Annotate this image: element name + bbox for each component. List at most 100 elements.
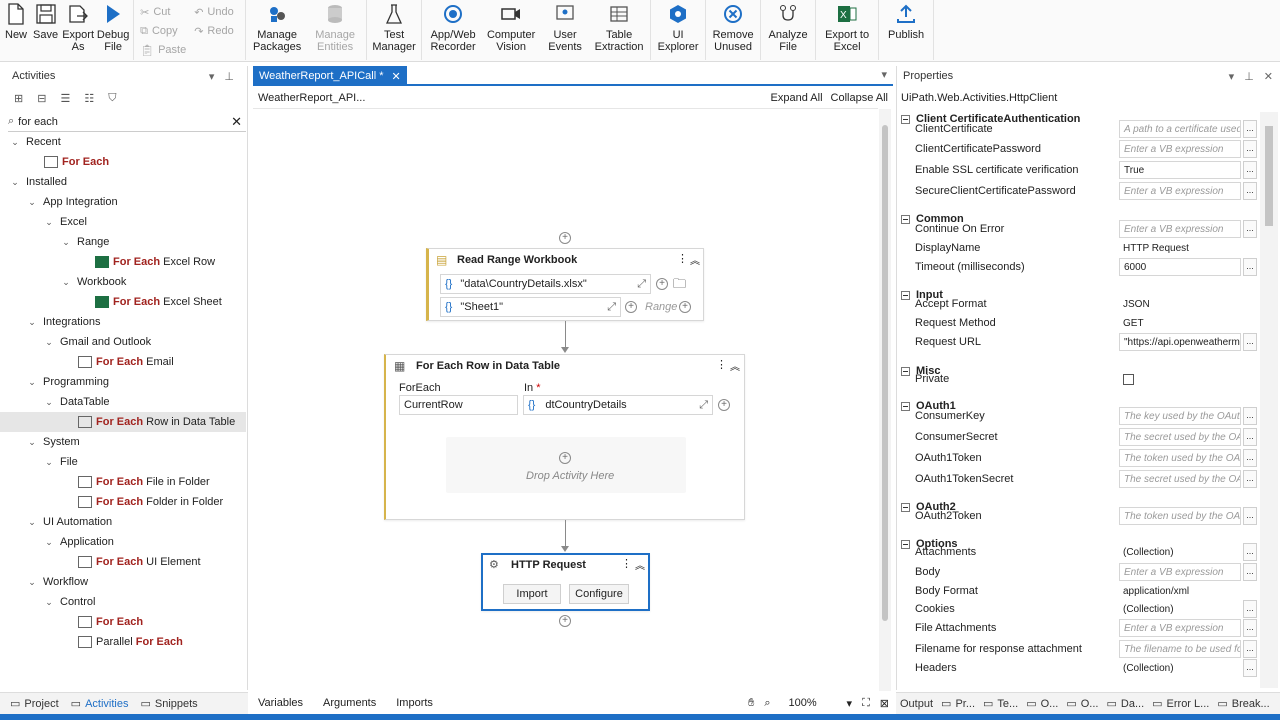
property-value-input[interactable]: Enter a VB expression xyxy=(1119,140,1241,158)
fit-screen-icon[interactable]: ⛶ xyxy=(862,697,870,710)
current-row-field[interactable]: CurrentRow xyxy=(399,395,518,415)
chevron-down-icon[interactable]: ⌄ xyxy=(27,197,37,207)
tree-category[interactable]: ⌄ Workbook xyxy=(0,272,246,292)
ellipsis-button[interactable]: ... xyxy=(1243,333,1257,351)
ellipsis-button[interactable]: ... xyxy=(1243,428,1257,446)
add-variable-icon[interactable]: + xyxy=(679,301,691,313)
list-view-icon[interactable]: ☷ xyxy=(84,92,94,105)
chevron-down-icon[interactable]: ⌄ xyxy=(44,217,54,227)
chevron-down-icon[interactable]: ⌄ xyxy=(44,537,54,547)
property-value-input[interactable]: (Collection) xyxy=(1119,600,1241,618)
designer-canvas[interactable]: + ▤ Read Range Workbook ⋮ ︽ {} "data\Cou… xyxy=(253,108,891,691)
ellipsis-button[interactable]: ... xyxy=(1243,407,1257,425)
table-extraction-button[interactable]: Table Extraction xyxy=(590,2,648,53)
cut-button[interactable]: ✂ Cut xyxy=(140,4,186,20)
ellipsis-button[interactable]: ... xyxy=(1243,507,1257,525)
tree-activity-item[interactable]: For Each Email xyxy=(0,352,246,372)
property-value-input[interactable]: Enter a VB expression xyxy=(1119,182,1241,200)
tree-category[interactable]: ⌄ Installed xyxy=(0,172,246,192)
property-value-input[interactable]: The secret used by the OA xyxy=(1119,470,1241,488)
property-value-input[interactable]: JSON xyxy=(1119,295,1241,313)
chevron-down-icon[interactable]: ⌄ xyxy=(44,597,54,607)
add-variable-icon[interactable]: + xyxy=(718,399,730,411)
tree-activity-item[interactable]: For Each Excel Sheet xyxy=(0,292,246,312)
pin-icon[interactable]: ⊥ xyxy=(224,70,234,83)
overview-icon[interactable]: ⊠ xyxy=(880,697,889,710)
panel-tab-activities[interactable]: ▭ Activities xyxy=(71,697,129,711)
tree-category[interactable]: ⌄ Workflow xyxy=(0,572,246,592)
breadcrumb[interactable]: WeatherReport_API... xyxy=(258,92,365,104)
ellipsis-button[interactable]: ... xyxy=(1243,120,1257,138)
new-button[interactable]: New xyxy=(2,2,30,41)
add-variable-icon[interactable]: + xyxy=(656,278,668,290)
scroll-thumb[interactable] xyxy=(882,125,888,621)
tree-activity-item[interactable]: Parallel For Each xyxy=(0,632,246,652)
debug-file-button[interactable]: Debug File xyxy=(95,2,131,53)
chevron-down-icon[interactable]: ⌄ xyxy=(10,137,20,147)
collapse-icon[interactable]: ︽ xyxy=(635,557,645,572)
chevron-down-icon[interactable]: ⌄ xyxy=(44,337,54,347)
panel-tab[interactable]: ▭ O... xyxy=(1026,697,1058,711)
property-value-input[interactable]: The key used by the OAuth xyxy=(1119,407,1241,425)
copy-button[interactable]: ⧉ Copy xyxy=(140,23,186,39)
chevron-down-icon[interactable]: ⌄ xyxy=(61,277,71,287)
chevron-down-icon[interactable]: ⌄ xyxy=(27,437,37,447)
zoom-level[interactable]: 100% xyxy=(789,697,837,709)
more-options-icon[interactable]: ⋮ xyxy=(716,358,727,371)
chevron-down-icon[interactable]: ⌄ xyxy=(44,397,54,407)
property-value-input[interactable]: True xyxy=(1119,161,1241,179)
collapse-all-icon[interactable]: ⊟ xyxy=(37,92,46,105)
chevron-down-icon[interactable]: ▾ xyxy=(881,68,887,81)
panel-tab-snippets[interactable]: ▭ Snippets xyxy=(140,697,197,711)
ellipsis-button[interactable]: ... xyxy=(1243,161,1257,179)
designer-tab-variables[interactable]: Variables xyxy=(258,697,303,709)
property-value-input[interactable]: The token used by the OAu xyxy=(1119,507,1241,525)
ellipsis-button[interactable]: ... xyxy=(1243,258,1257,276)
tree-activity-item[interactable]: For Each xyxy=(0,612,246,632)
tree-category[interactable]: ⌄ System xyxy=(0,432,246,452)
panel-tab[interactable]: ▭ Pr... xyxy=(941,697,975,711)
manage-packages-button[interactable]: Manage Packages xyxy=(248,2,306,53)
chevron-down-icon[interactable]: ⌄ xyxy=(27,377,37,387)
tree-activity-item[interactable]: For Each UI Element xyxy=(0,552,246,572)
property-value-input[interactable]: HTTP Request xyxy=(1119,239,1241,257)
property-value-input[interactable]: The token used by the OAu xyxy=(1119,449,1241,467)
expand-field-icon[interactable]: ⤢ xyxy=(607,301,616,314)
property-value-input[interactable]: GET xyxy=(1119,314,1241,332)
add-variable-icon[interactable]: + xyxy=(625,301,637,313)
save-button[interactable]: Save xyxy=(30,2,61,41)
chevron-down-icon[interactable]: ⌄ xyxy=(27,577,37,587)
tree-category[interactable]: ⌄ Application xyxy=(0,532,246,552)
property-value-input[interactable]: Enter a VB expression xyxy=(1119,563,1241,581)
tree-category[interactable]: ⌄ Range xyxy=(0,232,246,252)
chevron-down-icon[interactable]: ▾ xyxy=(1229,70,1235,83)
activities-search-box[interactable]: ⌕ for each ✕ xyxy=(8,112,246,132)
add-activity-icon[interactable]: + xyxy=(559,615,571,627)
chevron-down-icon[interactable]: ⌄ xyxy=(10,177,20,187)
paste-button[interactable]: 📋︎ Paste xyxy=(140,42,186,58)
ellipsis-button[interactable]: ... xyxy=(1243,563,1257,581)
chevron-down-icon[interactable]: ⌄ xyxy=(27,317,37,327)
property-value-input[interactable]: "https://api.openweatherm xyxy=(1119,333,1241,351)
manage-entities-button[interactable]: Manage Entities xyxy=(306,2,364,53)
configure-button[interactable]: Configure xyxy=(569,584,629,604)
property-value-input[interactable]: The filename to be used fo xyxy=(1119,640,1241,658)
collapse-all-link[interactable]: Collapse All xyxy=(831,92,888,104)
panel-tab[interactable]: ▭ Te... xyxy=(983,697,1018,711)
hand-icon[interactable]: ✋︎ xyxy=(748,697,754,710)
ellipsis-button[interactable]: ... xyxy=(1243,640,1257,658)
canvas-scrollbar[interactable] xyxy=(879,109,891,691)
tree-category[interactable]: ⌄ DataTable xyxy=(0,392,246,412)
scroll-thumb[interactable] xyxy=(1265,126,1273,226)
drop-zone[interactable]: + Drop Activity Here xyxy=(446,437,686,493)
pin-icon[interactable]: ⊥ xyxy=(1244,70,1254,83)
close-icon[interactable]: ✕ xyxy=(392,70,401,83)
tree-category[interactable]: ⌄ Recent xyxy=(0,132,246,152)
designer-tab-arguments[interactable]: Arguments xyxy=(323,697,376,709)
tree-activity-item[interactable]: For Each File in Folder xyxy=(0,472,246,492)
tree-activity-item[interactable]: For Each Folder in Folder xyxy=(0,492,246,512)
export-as-button[interactable]: Export As xyxy=(61,2,95,53)
undo-button[interactable]: ↶ Undo xyxy=(194,4,234,20)
tree-category[interactable]: ⌄ Programming xyxy=(0,372,246,392)
close-icon[interactable]: ✕ xyxy=(1264,70,1273,83)
